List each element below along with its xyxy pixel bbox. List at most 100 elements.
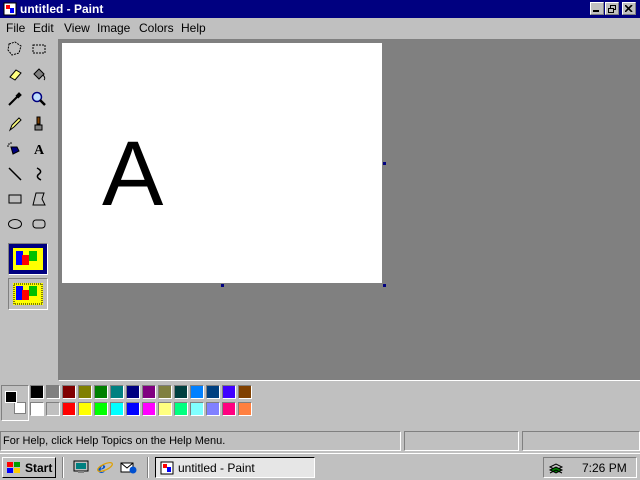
palette-color-swatch[interactable]	[222, 402, 236, 416]
palette-color-swatch[interactable]	[46, 385, 60, 399]
taskbar-separator	[147, 457, 149, 478]
airbrush-tool[interactable]	[4, 138, 27, 161]
taskbar: Start e untitled - Paint 7:26 PM	[0, 453, 640, 480]
line-tool[interactable]	[4, 163, 27, 186]
network-tray-icon[interactable]	[548, 461, 564, 476]
polygon-icon	[32, 192, 46, 206]
status-size-panel	[522, 431, 640, 451]
start-label: Start	[25, 461, 53, 475]
start-button[interactable]: Start	[2, 457, 56, 478]
clock[interactable]: 7:26 PM	[582, 461, 627, 475]
taskbar-separator	[62, 457, 64, 478]
palette-color-swatch[interactable]	[110, 385, 124, 399]
palette-color-swatch[interactable]	[238, 402, 252, 416]
pencil-icon	[8, 117, 22, 132]
outlook-express-icon[interactable]	[119, 458, 137, 476]
current-colors[interactable]	[1, 385, 29, 421]
palette-color-swatch[interactable]	[206, 385, 220, 399]
svg-text:A: A	[34, 143, 45, 157]
palette-color-swatch[interactable]	[174, 402, 188, 416]
palette-color-swatch[interactable]	[158, 385, 172, 399]
text-icon: A	[34, 143, 45, 157]
foreground-color-swatch[interactable]	[5, 391, 17, 403]
ellipse-icon	[8, 219, 22, 229]
color-box	[0, 380, 640, 428]
fill-tool[interactable]	[28, 63, 51, 86]
palette-color-swatch[interactable]	[126, 385, 140, 399]
paint-app-icon	[160, 461, 174, 475]
palette-color-swatch[interactable]	[142, 385, 156, 399]
pick-color-tool[interactable]	[4, 88, 27, 111]
taskbar-paint-label: untitled - Paint	[178, 461, 255, 475]
palette-color-swatch[interactable]	[158, 402, 172, 416]
curve-tool[interactable]	[28, 163, 51, 186]
rounded-rectangle-tool[interactable]	[28, 213, 51, 236]
minimize-button[interactable]	[590, 2, 604, 15]
rounded-rectangle-icon	[32, 219, 46, 229]
pencil-tool[interactable]	[4, 113, 27, 136]
internet-explorer-icon[interactable]: e	[96, 458, 114, 476]
palette-color-swatch[interactable]	[30, 385, 44, 399]
palette-color-swatch[interactable]	[94, 402, 108, 416]
workspace: A	[58, 39, 640, 381]
palette-color-swatch[interactable]	[62, 385, 76, 399]
rect-select-icon	[32, 44, 46, 54]
menu-file[interactable]: File	[6, 21, 25, 35]
brush-icon	[34, 116, 43, 131]
free-form-select-tool[interactable]	[4, 38, 27, 61]
close-button[interactable]	[622, 2, 636, 15]
resize-handle-bottom[interactable]	[221, 284, 224, 287]
restore-button[interactable]	[605, 2, 619, 15]
menu-edit[interactable]: Edit	[33, 21, 54, 35]
brush-tool[interactable]	[28, 113, 51, 136]
status-bar: For Help, click Help Topics on the Help …	[0, 431, 640, 451]
background-color-swatch[interactable]	[14, 402, 26, 414]
palette-color-swatch[interactable]	[78, 402, 92, 416]
resize-handle-corner[interactable]	[383, 284, 386, 287]
palette-color-swatch[interactable]	[190, 402, 204, 416]
menu-colors[interactable]: Colors	[139, 21, 174, 35]
resize-handle-right[interactable]	[383, 162, 386, 165]
polygon-tool[interactable]	[28, 188, 51, 211]
palette-color-swatch[interactable]	[62, 402, 76, 416]
taskbar-paint-button[interactable]: untitled - Paint	[155, 457, 315, 478]
windows-logo-icon	[7, 462, 20, 473]
palette-color-swatch[interactable]	[46, 402, 60, 416]
select-tool[interactable]	[28, 38, 51, 61]
text-option-opaque[interactable]	[8, 243, 48, 275]
transparent-background-icon	[13, 283, 43, 305]
palette-color-swatch[interactable]	[190, 385, 204, 399]
palette-color-swatch[interactable]	[30, 402, 44, 416]
ellipse-tool[interactable]	[4, 213, 27, 236]
drawing-canvas[interactable]: A	[62, 43, 382, 283]
palette-color-swatch[interactable]	[206, 402, 220, 416]
status-help-panel: For Help, click Help Topics on the Help …	[0, 431, 401, 451]
rectangle-tool[interactable]	[4, 188, 27, 211]
palette-color-swatch[interactable]	[78, 385, 92, 399]
palette-color-swatch[interactable]	[126, 402, 140, 416]
menu-help[interactable]: Help	[181, 21, 206, 35]
magnifier-icon	[31, 91, 46, 106]
show-desktop-icon[interactable]	[72, 458, 90, 476]
paint-bucket-icon	[33, 68, 46, 81]
opaque-background-icon	[13, 248, 43, 270]
menu-image[interactable]: Image	[97, 21, 130, 35]
text-tool[interactable]: A	[28, 138, 51, 161]
palette-color-swatch[interactable]	[238, 385, 252, 399]
tool-box: A	[0, 38, 56, 378]
palette-color-swatch[interactable]	[110, 402, 124, 416]
menu-view[interactable]: View	[64, 21, 90, 35]
title-bar[interactable]: untitled - Paint	[0, 0, 640, 18]
magnifier-tool[interactable]	[28, 88, 51, 111]
palette-color-swatch[interactable]	[174, 385, 188, 399]
palette-color-swatch[interactable]	[222, 385, 236, 399]
free-form-select-icon	[7, 41, 22, 56]
palette-color-swatch[interactable]	[94, 385, 108, 399]
canvas-text: A	[102, 123, 164, 225]
text-option-transparent[interactable]	[8, 278, 48, 310]
palette-color-swatch[interactable]	[142, 402, 156, 416]
menu-bar: File Edit View Image Colors Help	[0, 18, 640, 38]
system-tray: 7:26 PM	[543, 457, 637, 478]
close-icon	[625, 5, 633, 12]
eraser-tool[interactable]	[4, 63, 27, 86]
